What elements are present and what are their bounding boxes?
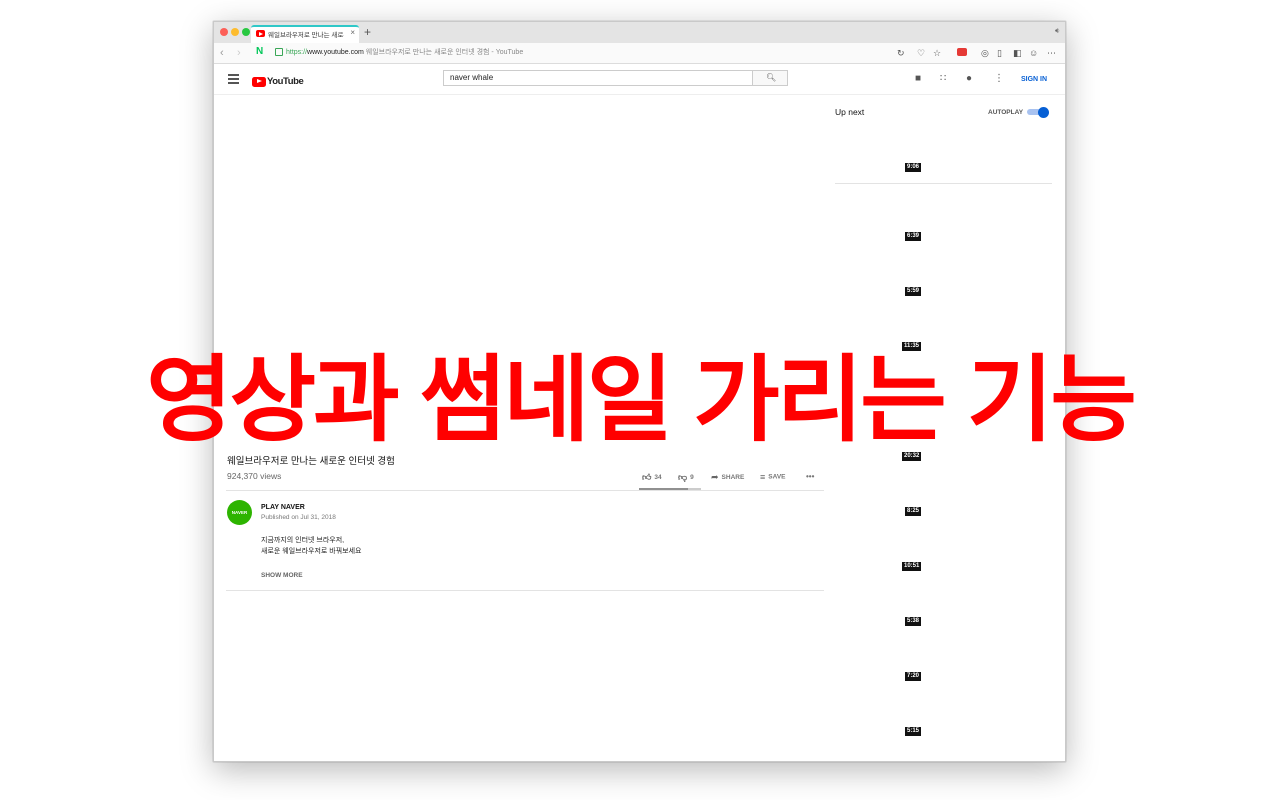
- duration-badge[interactable]: 8:25: [905, 507, 922, 516]
- playlist-add-icon: ≡: [760, 472, 766, 482]
- search-icon: 🔍︎: [766, 73, 777, 82]
- youtube-logo[interactable]: YouTube: [252, 73, 304, 91]
- overlay-caption: 영상과 썸네일 가리는 기능: [146, 347, 1137, 452]
- messages-icon[interactable]: ●: [966, 73, 972, 85]
- reload-icon[interactable]: ↻: [897, 47, 905, 59]
- autoplay-label: AUTOPLAY: [988, 109, 1024, 116]
- reader-icon[interactable]: ▯: [997, 47, 1002, 59]
- back-icon[interactable]: ‹: [220, 46, 224, 60]
- duration-badge[interactable]: 9:06: [905, 163, 922, 172]
- dislike-button[interactable]: 👎︎ 9: [678, 472, 694, 483]
- create-video-icon[interactable]: ■: [915, 73, 921, 85]
- like-count: 34: [654, 474, 662, 482]
- duration-badge[interactable]: 5:59: [905, 287, 922, 296]
- duration-badge[interactable]: 6:39: [905, 232, 922, 241]
- hamburger-menu-icon[interactable]: [228, 74, 239, 86]
- tab-close-icon[interactable]: ×: [350, 28, 355, 37]
- naver-logo-icon[interactable]: N: [256, 46, 263, 57]
- youtube-play-icon: [252, 76, 266, 87]
- description-line: 지금까지의 인터넷 브라우저,: [261, 537, 345, 544]
- video-title: 웨일브라우저로 만나는 새로운 인터넷 경험: [227, 456, 395, 467]
- address-toolbar: ‹ › N https://www.youtube.com 웨일브라우저로 만나…: [214, 43, 1065, 64]
- youtube-header: YouTube 🔍︎ ■ ∷ ● ⋮ SIGN IN: [214, 64, 1065, 95]
- search-button[interactable]: 🔍︎: [753, 70, 788, 86]
- url-host: www.youtube.com: [307, 49, 364, 56]
- browser-tab[interactable]: 웨일브라우저로 만나는 새로운 ×: [251, 25, 359, 43]
- share-button[interactable]: ➦ SHARE: [711, 472, 744, 483]
- like-button[interactable]: 👍︎ 34: [642, 472, 662, 483]
- divider: [226, 490, 824, 491]
- dislike-count: 9: [690, 474, 694, 482]
- tab-bar: 웨일브라우저로 만나는 새로운 × + 🔉︎: [214, 22, 1065, 44]
- account-icon[interactable]: ☺: [1029, 47, 1038, 59]
- up-next-label: Up next: [835, 107, 865, 117]
- save-button[interactable]: ≡ SAVE: [760, 472, 785, 482]
- settings-dots-icon[interactable]: ⋮: [994, 73, 1004, 85]
- bookmark-star-icon[interactable]: ☆: [933, 47, 941, 59]
- autoplay-toggle[interactable]: [1027, 106, 1049, 118]
- more-actions-icon[interactable]: •••: [806, 472, 814, 481]
- divider: [835, 183, 1052, 184]
- tab-title: 웨일브라우저로 만나는 새로운: [268, 32, 344, 39]
- divider: [226, 590, 824, 591]
- duration-badge[interactable]: 5:15: [905, 727, 922, 736]
- forward-icon[interactable]: ›: [237, 46, 241, 60]
- thumbs-up-icon: 👍︎: [642, 472, 652, 482]
- search-box[interactable]: [443, 70, 753, 86]
- address-bar[interactable]: https://www.youtube.com 웨일브라우저로 만나는 새로운 …: [286, 47, 523, 57]
- duration-badge[interactable]: 5:38: [905, 617, 922, 626]
- zoom-window-button[interactable]: [242, 28, 250, 36]
- youtube-extension-icon[interactable]: [957, 48, 967, 56]
- channel-name[interactable]: PLAY NAVER: [261, 504, 305, 511]
- thumbs-down-icon: 👎︎: [678, 472, 688, 482]
- view-count: 924,370 views: [227, 471, 282, 481]
- share-label: SHARE: [721, 474, 745, 482]
- lock-icon[interactable]: [275, 48, 283, 56]
- sound-icon[interactable]: 🔉︎: [1055, 26, 1060, 36]
- pocket-icon[interactable]: ♡: [917, 47, 925, 59]
- url-page-title: 웨일브라우저로 만나는 새로운 인터넷 경험 - YouTube: [365, 49, 524, 56]
- new-tab-button[interactable]: +: [364, 25, 371, 39]
- publish-date: Published on Jul 31, 2018: [261, 514, 336, 521]
- description-line: 새로운 웨일브라우저로 바꿔보세요: [261, 548, 362, 555]
- camera-icon[interactable]: ◎: [981, 47, 989, 59]
- share-arrow-icon: ➦: [711, 472, 719, 482]
- close-window-button[interactable]: [220, 28, 228, 36]
- channel-avatar[interactable]: NAVER: [227, 500, 252, 525]
- duration-badge[interactable]: 7:20: [905, 672, 922, 681]
- sidebar-icon[interactable]: ◧: [1013, 47, 1022, 59]
- search-input[interactable]: [450, 73, 740, 82]
- duration-badge[interactable]: 10:51: [902, 562, 922, 571]
- save-label: SAVE: [768, 473, 786, 481]
- menu-dots-icon[interactable]: ⋯: [1047, 47, 1056, 59]
- minimize-window-button[interactable]: [231, 28, 239, 36]
- show-more-button[interactable]: SHOW MORE: [261, 572, 303, 579]
- sign-in-button[interactable]: SIGN IN: [1021, 76, 1047, 83]
- youtube-favicon-icon: [256, 30, 265, 37]
- toggle-knob: [1038, 106, 1049, 118]
- youtube-logo-text: YouTube: [267, 76, 304, 88]
- apps-grid-icon[interactable]: ∷: [940, 73, 946, 85]
- url-scheme: https://: [286, 49, 308, 56]
